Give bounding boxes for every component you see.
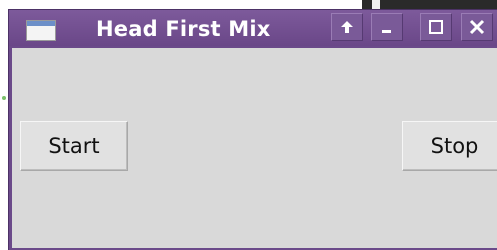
window-title: Head First Mix xyxy=(96,17,271,41)
window-app-icon[interactable] xyxy=(26,20,56,41)
title-bar[interactable]: Head First Mix xyxy=(9,10,497,46)
start-button[interactable]: Start xyxy=(20,121,128,171)
minimize-button[interactable] xyxy=(371,13,403,41)
maximize-button[interactable] xyxy=(420,13,452,41)
close-button[interactable] xyxy=(461,13,493,41)
raise-button[interactable] xyxy=(331,13,363,41)
up-arrow-icon xyxy=(341,21,353,33)
desktop-artifact xyxy=(2,96,6,100)
window-content: Start Stop xyxy=(12,48,497,248)
maximize-icon xyxy=(429,20,443,34)
close-icon xyxy=(469,19,485,35)
app-window: Head First Mix Start Stop xyxy=(8,9,497,250)
minimize-icon xyxy=(382,30,391,33)
stop-button[interactable]: Stop xyxy=(402,121,497,171)
desktop: Head First Mix Start Stop xyxy=(0,0,497,250)
